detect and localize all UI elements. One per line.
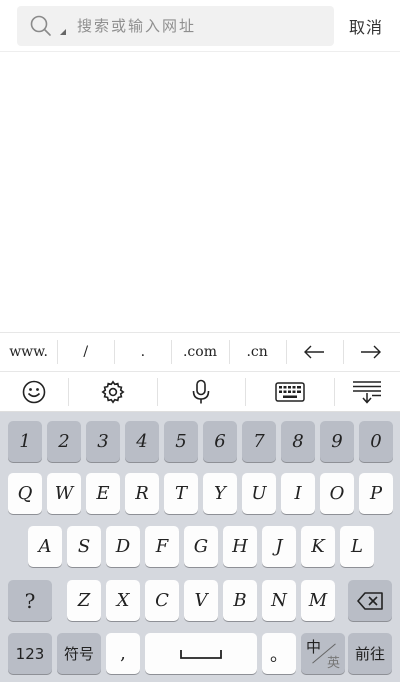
space-key[interactable] [145,633,257,674]
key-y[interactable]: Y [203,473,237,514]
key-q[interactable]: Q [8,473,42,514]
search-input[interactable] [77,12,327,40]
arrow-right-icon [361,345,382,359]
emoji-icon [22,380,46,403]
key-u[interactable]: U [242,473,276,514]
engine-dropdown-icon[interactable] [60,29,66,35]
key-t[interactable]: T [164,473,198,514]
key-2[interactable]: 2 [47,421,81,462]
keyboard-switch-button[interactable] [245,372,334,411]
search-header: 取消 [0,0,400,52]
key-o[interactable]: O [320,473,354,514]
key-5[interactable]: 5 [164,421,198,462]
shortcut-dot[interactable]: . [114,333,171,371]
numbers-key[interactable]: 123 [8,633,52,674]
voice-input-button[interactable] [157,372,245,411]
key-f[interactable]: F [145,526,179,567]
keyboard-hide-icon [353,380,381,404]
cursor-right-button[interactable] [342,333,400,371]
key-m[interactable]: M [301,580,335,621]
url-shortcut-bar: www. / . .com .cn [0,332,400,372]
key-d[interactable]: D [106,526,140,567]
shortcut-slash[interactable]: / [57,333,114,371]
content-area [0,53,400,332]
search-icon[interactable] [30,15,52,37]
key-i[interactable]: I [281,473,315,514]
go-key[interactable]: 前往 [348,633,392,674]
key-8[interactable]: 8 [281,421,315,462]
settings-button[interactable] [68,372,157,411]
microphone-icon [192,379,210,403]
key-b[interactable]: B [223,580,257,621]
backspace-icon [357,591,383,610]
settings-icon [100,379,125,404]
language-switch-key[interactable]: 中 英 [301,633,345,674]
key-7[interactable]: 7 [242,421,276,462]
lang-en-label: 英 [326,656,340,671]
key-j[interactable]: J [262,526,296,567]
key-k[interactable]: K [301,526,335,567]
shift-question-key[interactable]: ? [8,580,52,621]
key-h[interactable]: H [223,526,257,567]
key-4[interactable]: 4 [125,421,159,462]
keyboard-icon [274,381,305,402]
key-v[interactable]: V [184,580,218,621]
key-l[interactable]: L [340,526,374,567]
arrow-left-icon [304,345,325,359]
key-p[interactable]: P [359,473,393,514]
key-c[interactable]: C [145,580,179,621]
key-3[interactable]: 3 [86,421,120,462]
key-6[interactable]: 6 [203,421,237,462]
key-9[interactable]: 9 [320,421,354,462]
symbols-key[interactable]: 符号 [57,633,101,674]
key-w[interactable]: W [47,473,81,514]
cursor-left-button[interactable] [285,333,343,371]
hide-keyboard-button[interactable] [334,372,400,411]
key-x[interactable]: X [106,580,140,621]
cancel-button[interactable]: 取消 [346,13,386,39]
key-a[interactable]: A [28,526,62,567]
backspace-key[interactable] [348,580,392,621]
key-r[interactable]: R [125,473,159,514]
space-icon [180,649,222,659]
key-g[interactable]: G [184,526,218,567]
key-s[interactable]: S [67,526,101,567]
keyboard-toolbar [0,372,400,412]
comma-key[interactable]: , [106,633,140,674]
key-z[interactable]: Z [67,580,101,621]
lang-zh-label: 中 [306,638,322,656]
key-n[interactable]: N [262,580,296,621]
key-0[interactable]: 0 [359,421,393,462]
emoji-button[interactable] [0,372,68,411]
shortcut-com[interactable]: .com [171,333,228,371]
shortcut-www[interactable]: www. [0,333,57,371]
shortcut-cn[interactable]: .cn [228,333,286,371]
period-key[interactable]: 。 [262,633,296,674]
key-1[interactable]: 1 [8,421,42,462]
search-box[interactable] [17,6,334,46]
language-switch-label: 中 英 [301,633,345,674]
key-e[interactable]: E [86,473,120,514]
keyboard: 1 2 3 4 5 6 7 8 9 0 Q W E R T Y U I O P … [0,412,400,682]
